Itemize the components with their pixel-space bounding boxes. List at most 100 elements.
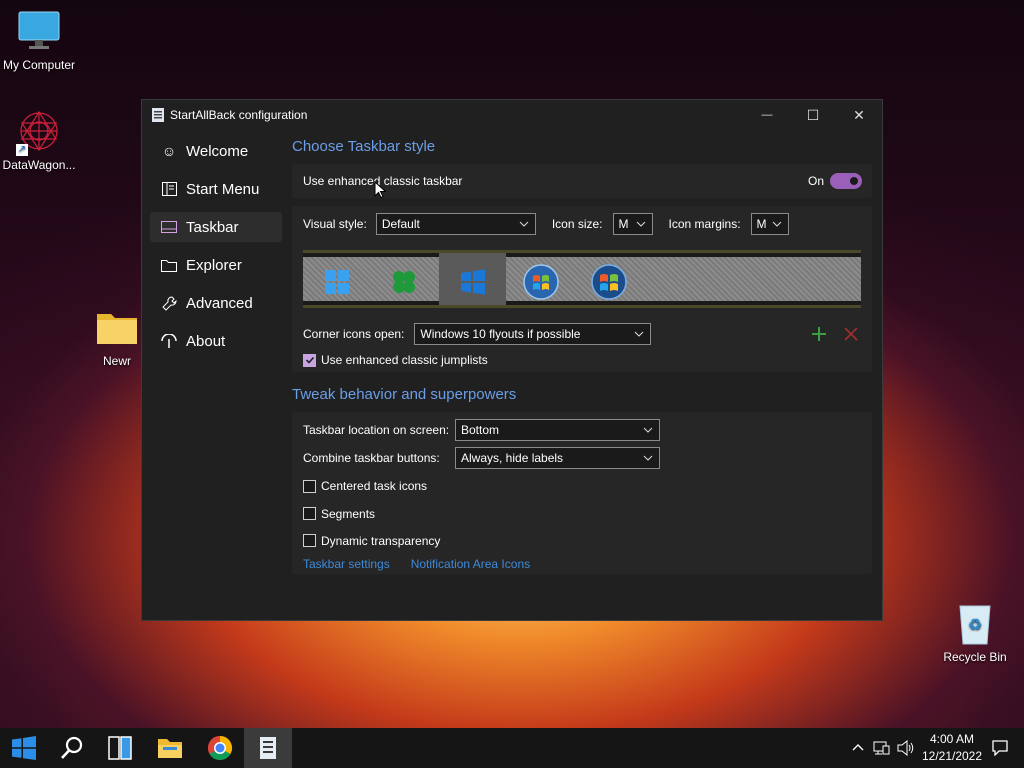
style-preview-windows-vista[interactable] [575, 253, 643, 305]
shortcut-arrow-icon: ↗ [16, 144, 28, 156]
centered-icons-checkbox[interactable] [303, 479, 316, 493]
minimize-button[interactable]: — [744, 100, 790, 130]
tweak-links-row: Taskbar settings Notification Area Icons [303, 554, 861, 574]
monitor-icon [17, 10, 61, 54]
network-icon[interactable] [872, 738, 892, 758]
maximize-button[interactable]: ☐ [790, 100, 836, 130]
task-view-button[interactable] [96, 728, 144, 768]
search-icon [61, 736, 83, 759]
corner-icons-value: Windows 10 flyouts if possible [420, 327, 581, 341]
style-preview-clover[interactable] [370, 253, 438, 305]
wrench-icon [160, 294, 178, 312]
combine-buttons-label: Combine taskbar buttons: [303, 451, 440, 465]
segments-row: Segments [303, 500, 861, 527]
start-menu-icon [160, 180, 178, 198]
toggle-knob [850, 177, 858, 185]
desktop-icon-recycle-bin[interactable]: ♻ Recycle Bin [934, 602, 1016, 664]
startallback-config-window: StartAllBack configuration — ☐ ✕ ☺ Welco… [141, 99, 883, 621]
taskbar-location-select[interactable]: Bottom [455, 419, 660, 441]
sidebar-item-label: Advanced [186, 294, 253, 312]
notification-area-icons-link[interactable]: Notification Area Icons [411, 557, 530, 571]
sidebar-item-taskbar[interactable]: Taskbar [150, 212, 282, 242]
notifications-icon[interactable] [990, 738, 1010, 758]
task-view-icon [108, 736, 132, 760]
file-explorer-icon [158, 739, 182, 758]
smile-icon: ☺ [161, 143, 177, 159]
sidebar-item-label: Welcome [186, 142, 249, 160]
taskbar-location-label: Taskbar location on screen: [303, 423, 450, 437]
visual-style-select[interactable]: Default [375, 213, 536, 235]
chevron-down-icon [643, 427, 653, 433]
search-button[interactable] [48, 728, 96, 768]
clock[interactable]: 4:00 AM 12/21/2022 [918, 731, 986, 765]
visual-style-row: Visual style: Default Icon size: M Icon … [303, 212, 861, 236]
taskbar-style-panel: Visual style: Default Icon size: M Icon … [292, 206, 872, 372]
dynamic-transparency-checkbox[interactable] [303, 534, 316, 547]
chevron-down-icon [772, 221, 781, 227]
info-icon [160, 332, 178, 350]
section-title-taskbar-style: Choose Taskbar style [292, 138, 436, 155]
visual-style-label: Visual style: [303, 217, 367, 231]
enhanced-taskbar-toggle[interactable] [830, 173, 862, 189]
maximize-icon: ☐ [806, 106, 820, 123]
desktop-icon-datawagon[interactable]: ↗ DataWagon... [0, 108, 80, 172]
sidebar-item-explorer[interactable]: Explorer [150, 250, 282, 280]
taskbar: 4:00 AM 12/21/2022 [0, 728, 1024, 768]
chrome-button[interactable] [196, 728, 244, 768]
combine-buttons-row: Combine taskbar buttons: Always, hide la… [303, 444, 861, 472]
icon-margins-select[interactable]: M [750, 213, 789, 235]
startallback-icon [260, 737, 276, 759]
jumplists-checkbox[interactable] [303, 353, 316, 367]
windows-vista-orb-icon [591, 264, 627, 300]
taskbar-icon [160, 218, 178, 236]
segments-checkbox[interactable] [303, 507, 316, 520]
tweak-panel: Taskbar location on screen: Bottom Combi… [292, 412, 872, 574]
combine-buttons-select[interactable]: Always, hide labels [455, 447, 660, 469]
sidebar-item-label: Start Menu [186, 180, 260, 198]
mouse-cursor-icon [374, 181, 386, 199]
centered-icons-label: Centered task icons [321, 479, 428, 493]
window-title: StartAllBack configuration [170, 108, 308, 122]
start-button[interactable] [0, 728, 48, 768]
file-explorer-button[interactable] [146, 728, 194, 768]
centered-icons-row: Centered task icons [303, 472, 861, 500]
sidebar: ☺ Welcome Start Menu Taskbar Explorer Ad… [150, 136, 282, 364]
icon-margins-label: Icon margins: [668, 217, 741, 231]
svg-text:♻: ♻ [968, 615, 982, 634]
sidebar-item-welcome[interactable]: ☺ Welcome [150, 136, 282, 166]
x-icon[interactable] [844, 327, 858, 341]
desktop-icon-label: My Computer [2, 58, 76, 72]
section-title-tweak: Tweak behavior and superpowers [292, 386, 517, 403]
visual-style-value: Default [381, 217, 420, 231]
close-button[interactable]: ✕ [836, 100, 882, 130]
taskbar-settings-link[interactable]: Taskbar settings [303, 557, 390, 571]
folder-icon [95, 308, 139, 346]
plus-icon[interactable] [811, 326, 827, 342]
icon-size-value: M [618, 217, 629, 231]
corner-icons-select[interactable]: Windows 10 flyouts if possible [414, 323, 652, 345]
chevron-down-icon [643, 455, 653, 461]
windows-logo-icon [12, 736, 36, 760]
corner-icons-row: Corner icons open: Windows 10 flyouts if… [303, 322, 861, 346]
icon-size-label: Icon size: [551, 217, 603, 231]
volume-icon[interactable] [896, 738, 916, 758]
icon-size-select[interactable]: M [612, 213, 653, 235]
startallback-taskbar-button[interactable] [244, 728, 292, 768]
taskbar-location-row: Taskbar location on screen: Bottom [303, 416, 861, 444]
style-preview-windows-7[interactable] [507, 253, 575, 305]
desktop-icon-my-computer[interactable]: My Computer [0, 10, 80, 72]
desktop-icon-label: DataWagon... [2, 158, 76, 172]
chrome-icon [207, 736, 233, 761]
style-preview-windows-11[interactable] [303, 253, 370, 305]
checkmark-icon [305, 356, 314, 364]
title-bar[interactable]: StartAllBack configuration — ☐ ✕ [142, 100, 882, 130]
sidebar-item-advanced[interactable]: Advanced [150, 288, 282, 318]
sidebar-item-about[interactable]: About [150, 326, 282, 356]
windows-11-logo-icon [324, 270, 349, 294]
show-hidden-icons-chevron-icon[interactable] [848, 738, 868, 758]
desktop-icon-label: Recycle Bin [943, 650, 1007, 664]
style-preview-strip [303, 250, 861, 308]
clock-date: 12/21/2022 [921, 749, 983, 763]
style-preview-windows-10[interactable] [439, 253, 506, 305]
sidebar-item-start-menu[interactable]: Start Menu [150, 174, 282, 204]
